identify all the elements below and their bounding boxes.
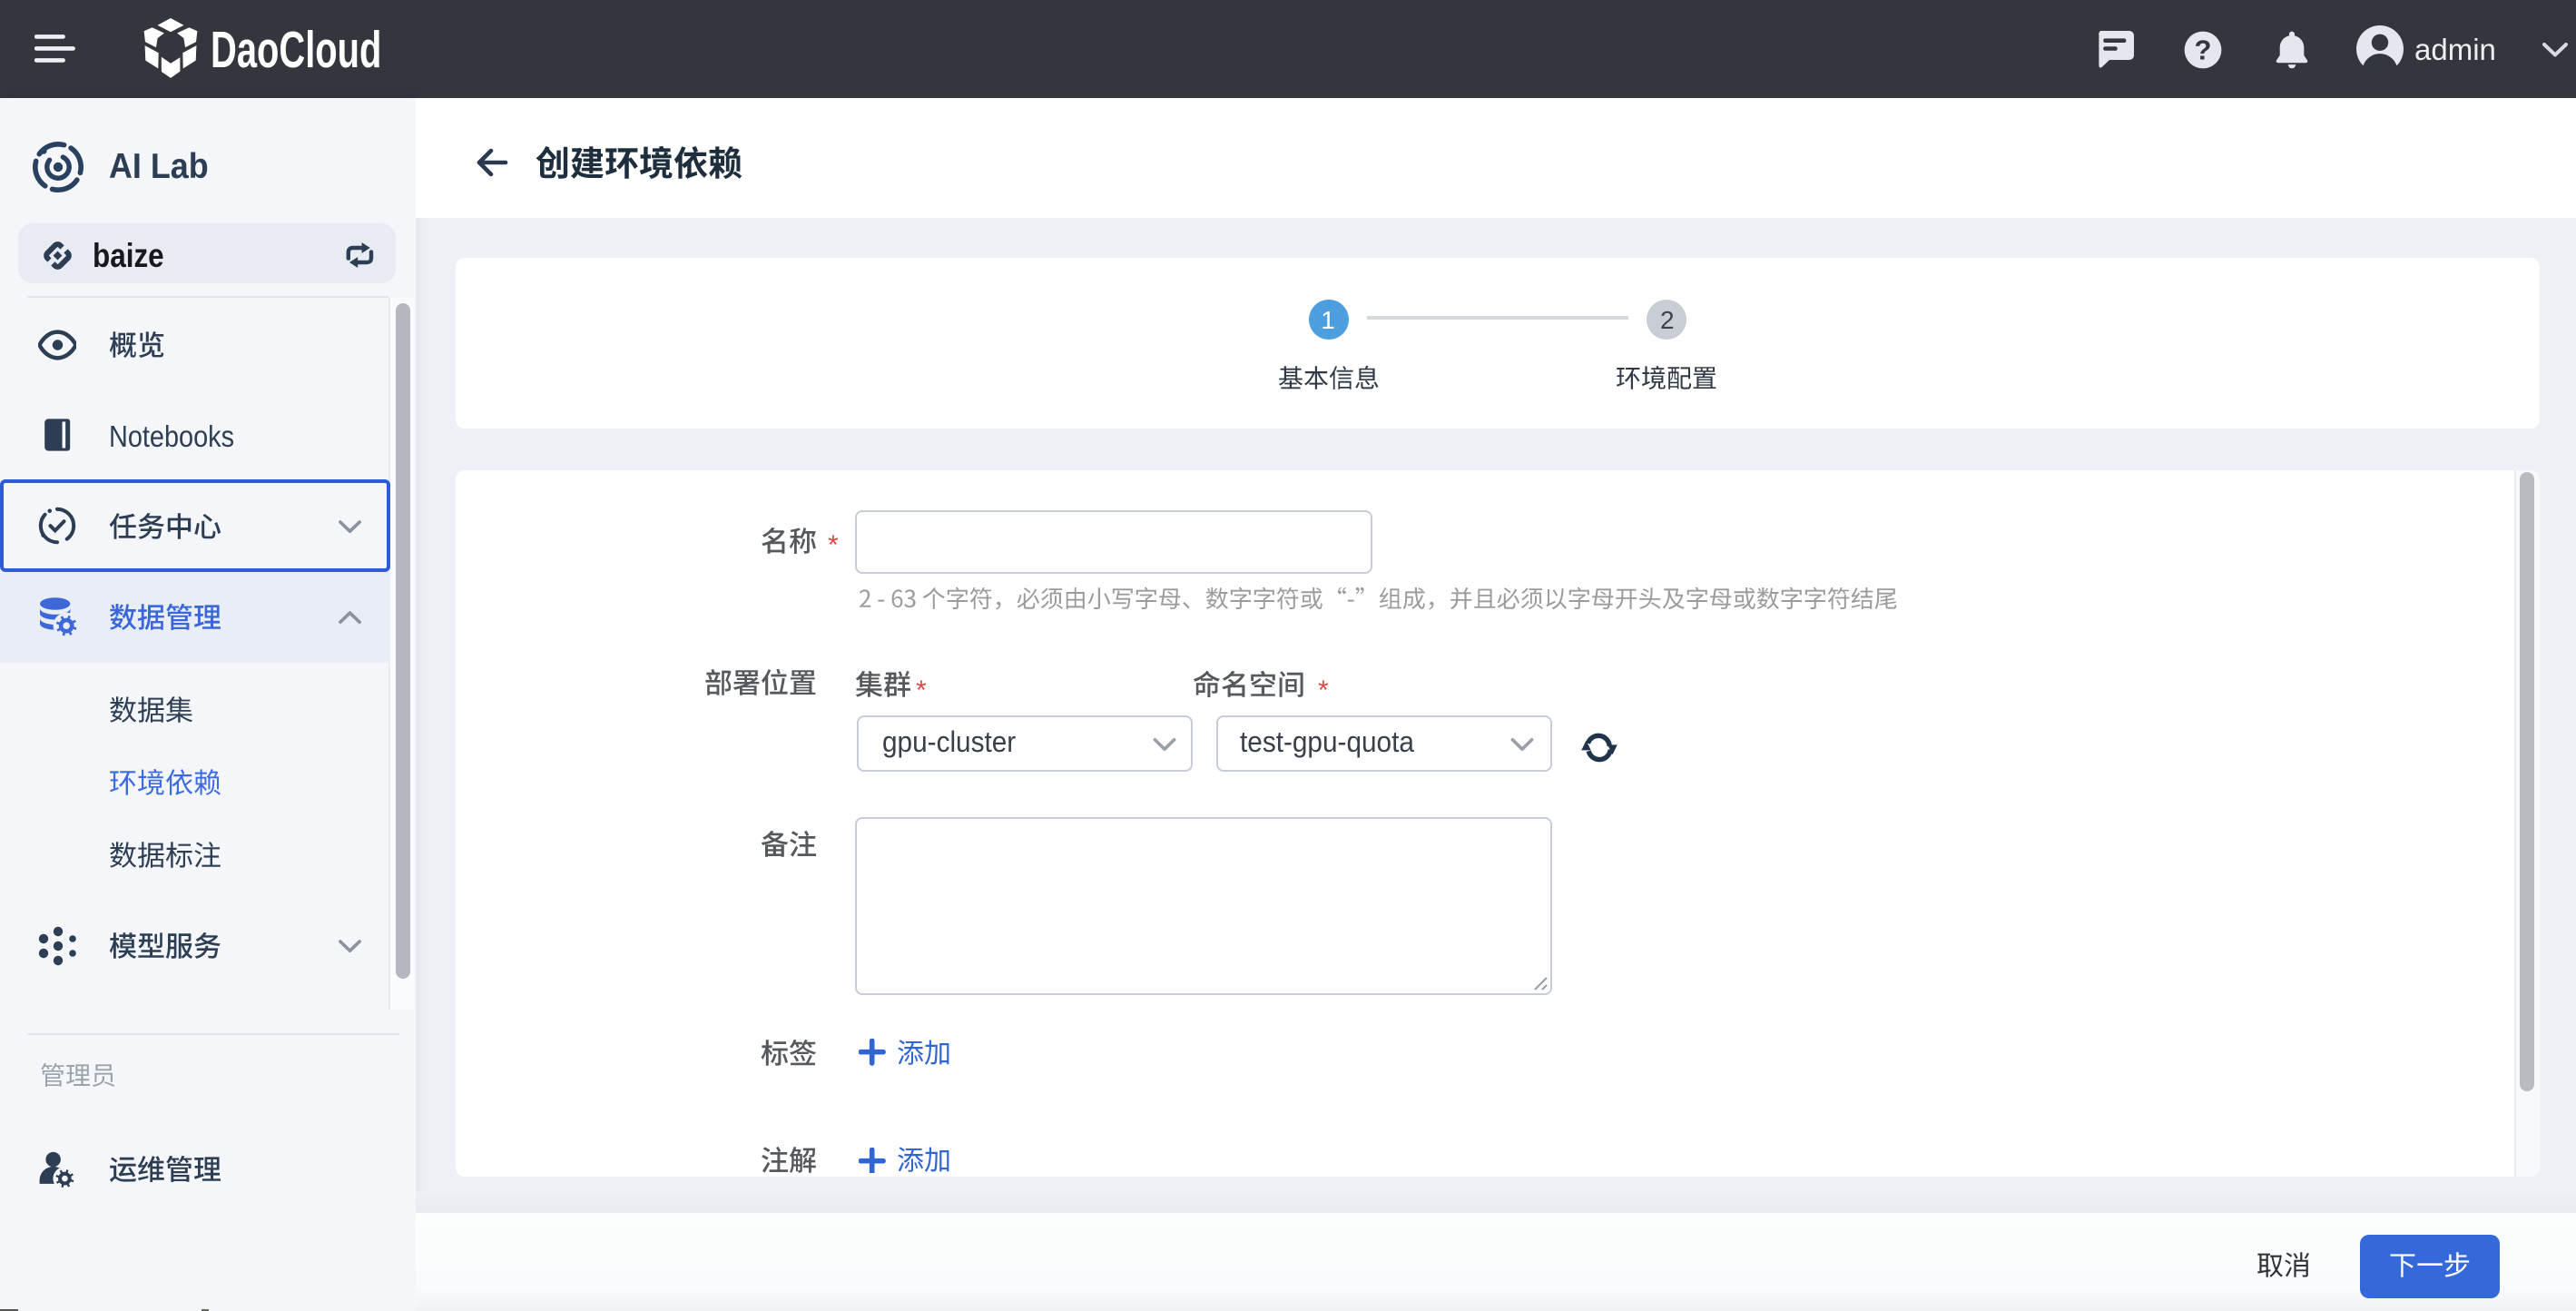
svg-text:?: ?	[2194, 34, 2211, 65]
